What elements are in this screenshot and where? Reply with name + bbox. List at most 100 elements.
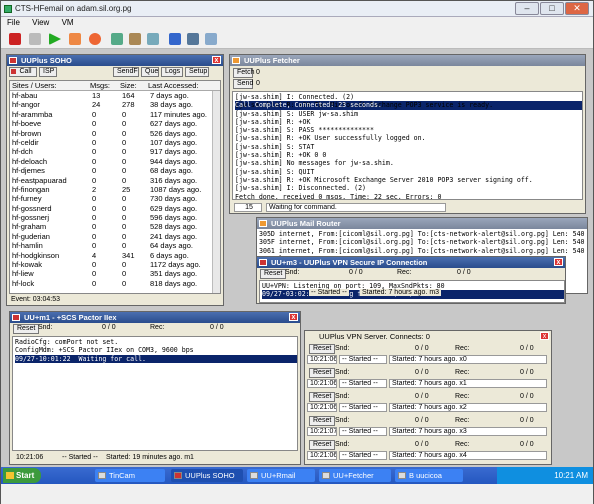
vpn-connection-close-button[interactable]: x [554, 258, 563, 266]
vpn-slot-reset-button[interactable]: Reset [309, 392, 336, 402]
fetcher-log-line: [jw-sa.shim] I: Disconnected. (2) [235, 184, 367, 193]
site-row[interactable]: hf-kowak 0 0 1172 days ago. [10, 260, 220, 269]
vpn-slot-started: -- Started -- [339, 355, 387, 364]
task-tincam[interactable]: TinCam [95, 469, 165, 482]
site-row[interactable]: hf-abau 13 164 7 days ago. [10, 91, 220, 100]
site-row[interactable]: hf-arammba 0 0 117 minutes ago. [10, 110, 220, 119]
fetcher-log-line: Fetch done, received 0 msgs, Time: 22 se… [235, 192, 442, 200]
site-size: 341 [122, 250, 135, 260]
menu-vm[interactable]: VM [62, 18, 74, 27]
task-uu-fetcher[interactable]: UU+Fetcher [319, 469, 391, 482]
uucicoa-icon [398, 472, 406, 479]
snapshot-icon[interactable] [111, 33, 123, 45]
site-row[interactable]: hf-deloach 0 0 944 days ago. [10, 157, 220, 166]
view-icon[interactable] [205, 33, 217, 45]
minimize-button[interactable]: – [515, 2, 539, 15]
site-name: hf-furney [12, 194, 42, 204]
site-row[interactable]: hf-boeve 0 0 627 days ago. [10, 119, 220, 128]
site-row[interactable]: hf-guderian 0 0 241 days ago. [10, 232, 220, 241]
vpn-slot-time: 10:21:06 [307, 379, 337, 388]
site-msgs: 0 [92, 241, 97, 251]
tab-logs[interactable]: Logs [161, 67, 183, 77]
tab-que[interactable]: Que [141, 67, 159, 77]
site-size: 0 [122, 203, 127, 213]
site-row[interactable]: hf-hodgkinson 4 341 6 days ago. [10, 251, 220, 260]
pactor-time: 10:21:06 [16, 454, 44, 461]
vpn-slot-reset-button[interactable]: Reset [309, 368, 336, 378]
maximize-button[interactable]: □ [540, 2, 564, 15]
tab-isp[interactable]: ISP [39, 67, 57, 77]
site-row[interactable]: hf-gossnerj 0 0 596 days ago. [10, 213, 220, 222]
vpn-server-close-button[interactable]: x [540, 332, 549, 340]
pactor-log-line: ConfigMdm: +SCS Pactor IIex on COM3, 960… [15, 346, 194, 355]
pactor-icon [12, 314, 20, 321]
site-row[interactable]: hf-lock 0 0 818 days ago. [10, 279, 220, 288]
vpn-slot-reset-button[interactable]: Reset [309, 440, 336, 450]
site-msgs: 0 [92, 231, 97, 241]
site-row[interactable]: hf-eastpapuarad 0 0 316 days ago. [10, 176, 220, 185]
site-row[interactable]: hf-dch 0 0 917 days ago. [10, 147, 220, 156]
pactor-snd-label: Snd: [38, 324, 53, 331]
pause-icon[interactable] [29, 33, 41, 45]
site-msgs: 0 [92, 119, 97, 129]
task-uuplus-soho[interactable]: UUPlus SOHO [171, 469, 243, 482]
vpn-connection-window: UU+m3 - UUPlus VPN Secure IP Connection x… [256, 256, 566, 304]
site-msgs: 0 [92, 269, 97, 279]
col-last-accessed[interactable]: Last Accessed: [148, 81, 198, 91]
reset-icon[interactable] [69, 33, 81, 45]
col-sites[interactable]: Sites / Users: [12, 81, 57, 91]
vpn-server-slot: Reset Snd: 0 / 0 Rec: 0 / 0 10:21:07 -- Starte… [305, 415, 551, 438]
site-row[interactable]: hf-graham 0 0 528 days ago. [10, 222, 220, 231]
menu-view[interactable]: View [32, 18, 49, 27]
vpn-slot-started: -- Started -- [339, 403, 387, 412]
vpn-connection-snd-label: Snd: [285, 269, 300, 276]
start-label: Start [16, 471, 35, 480]
site-row[interactable]: hf-brown 0 0 526 days ago. [10, 129, 220, 138]
start-button[interactable]: Start [3, 468, 41, 483]
site-row[interactable]: hf-finongan 2 25 1087 days ago. [10, 185, 220, 194]
play-icon[interactable] [49, 33, 61, 45]
pactor-reset-button[interactable]: Reset [13, 324, 40, 334]
sites-scrollbar[interactable] [212, 91, 220, 293]
soho-close-button[interactable]: x [212, 56, 221, 64]
tab-setup[interactable]: Setup [185, 67, 209, 77]
vpn-server-slot: Reset Snd: 0 / 0 Rec: 0 / 0 10:21:06 -- Starte… [305, 391, 551, 414]
send-button[interactable]: Send [233, 79, 253, 89]
vpn-slot-reset-button[interactable]: Reset [309, 344, 336, 354]
fullscreen-icon[interactable] [169, 33, 181, 45]
unity-icon[interactable] [187, 33, 199, 45]
manage-icon[interactable] [147, 33, 159, 45]
site-msgs: 0 [92, 166, 97, 176]
vpn-slot-time: 10:21:06 [307, 355, 337, 364]
task-uu-rmail[interactable]: UU+Rmail [247, 469, 315, 482]
site-row[interactable]: hf-celdir 0 0 107 days ago. [10, 138, 220, 147]
fetcher-log-line: [jw-sa.shim] S: USER jw-sa.shim [235, 109, 359, 118]
menu-file[interactable]: File [7, 18, 20, 27]
fetcher-log-line: [jw-sa.shim] S: QUIT [235, 167, 315, 176]
pactor-close-button[interactable]: x [289, 313, 298, 321]
site-row[interactable]: hf-hamlin 0 0 64 days ago. [10, 241, 220, 250]
task-uucicoa[interactable]: B uucicoa [395, 469, 463, 482]
site-row[interactable]: hf-liew 0 0 351 days ago. [10, 269, 220, 278]
site-row[interactable]: hf-angor 24 278 38 days ago. [10, 100, 220, 109]
vpn-slot-reset-button[interactable]: Reset [309, 416, 336, 426]
stop-icon[interactable] [9, 33, 21, 45]
power-icon[interactable] [89, 33, 101, 45]
vpn-connection-reset-button[interactable]: Reset [260, 269, 287, 279]
close-button[interactable]: ✕ [565, 2, 589, 15]
col-msgs[interactable]: Msgs: [90, 81, 110, 91]
pactor-selected-line[interactable]: 09/27-10:01:22 Waiting for call. [15, 354, 297, 363]
site-size: 0 [122, 166, 127, 176]
col-size[interactable]: Size: [120, 81, 137, 91]
site-last-accessed: 241 days ago. [150, 231, 198, 241]
site-last-accessed: 64 days ago. [150, 241, 193, 251]
soho-title: UUPlus SOHO [21, 56, 72, 65]
site-row[interactable]: hf-furney 0 0 730 days ago. [10, 194, 220, 203]
site-row[interactable]: hf-djemes 0 0 68 days ago. [10, 166, 220, 175]
revert-icon[interactable] [129, 33, 141, 45]
pactor-started: -- Started -- [62, 454, 98, 461]
vpn-slot-time: 10:21:06 [307, 451, 337, 460]
site-row[interactable]: hf-gossnerd 0 0 629 days ago. [10, 204, 220, 213]
fetch-button[interactable]: Fetch [233, 68, 255, 78]
tab-sendf[interactable]: SendF [113, 67, 139, 77]
